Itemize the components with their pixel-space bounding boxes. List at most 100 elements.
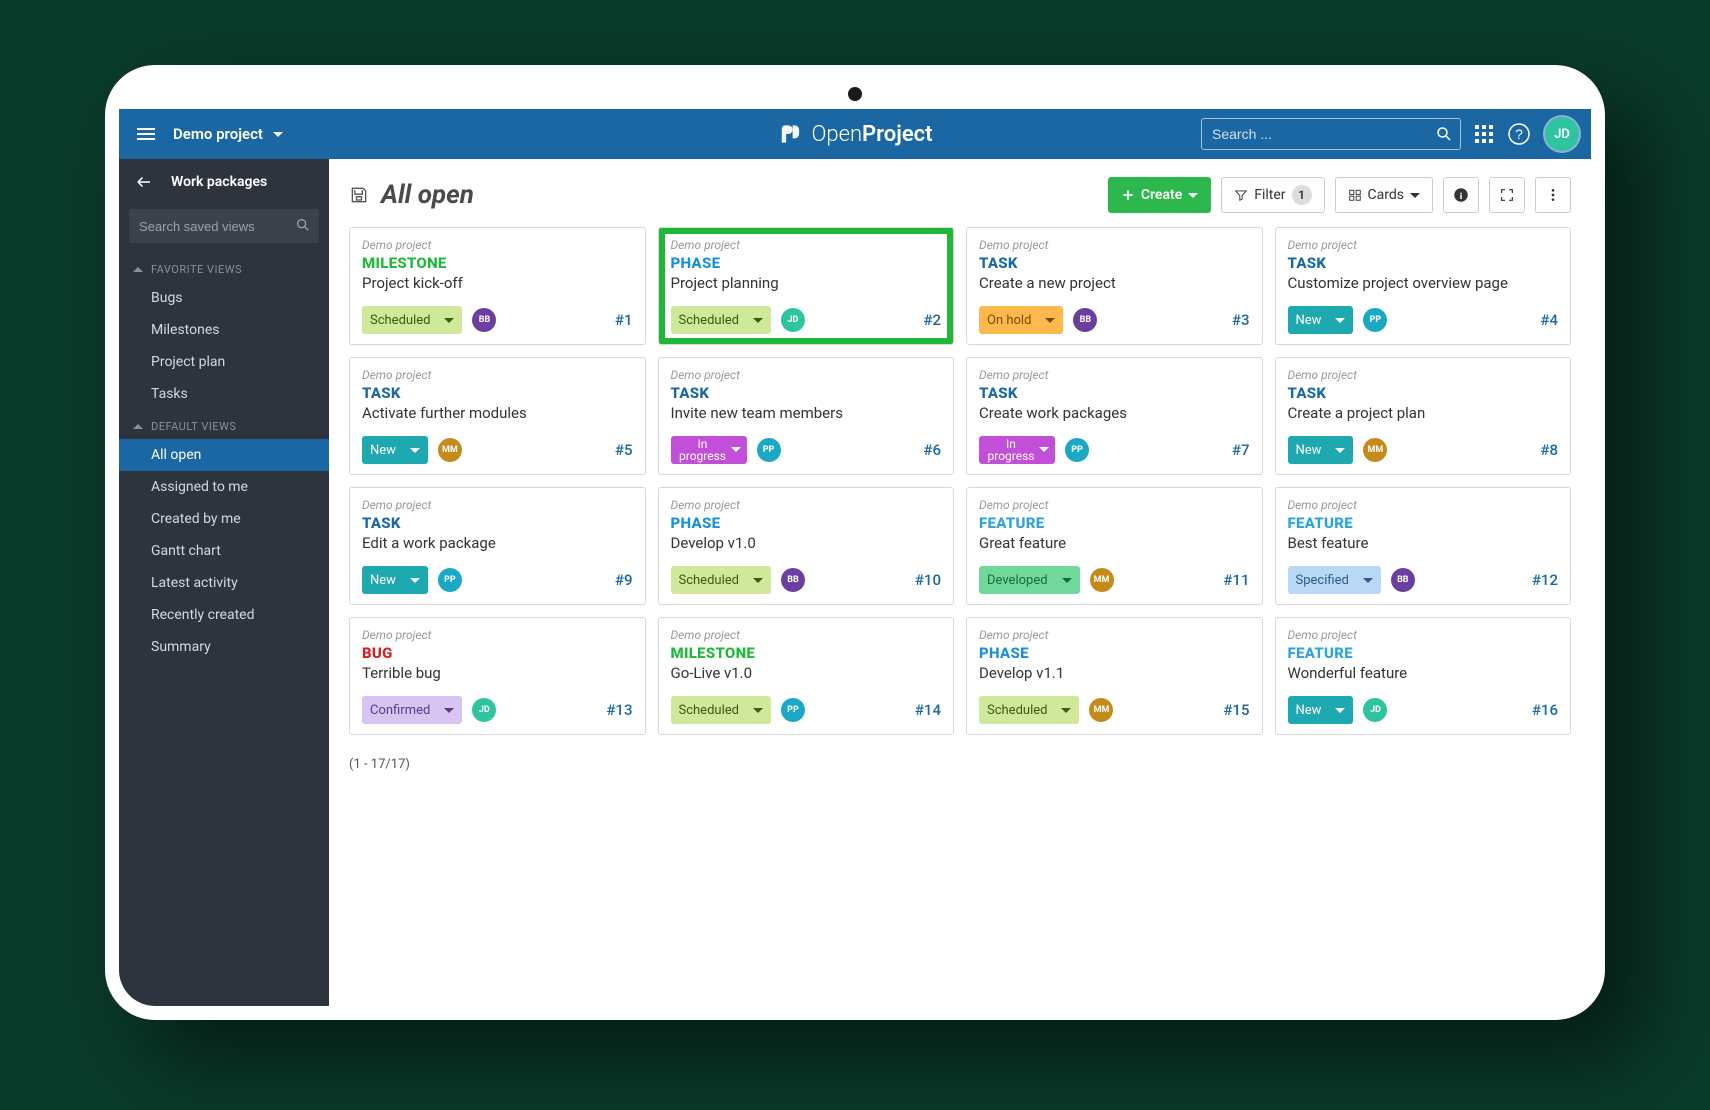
- status-dropdown[interactable]: Inprogress: [979, 436, 1055, 464]
- status-label: Inprogress: [679, 438, 726, 462]
- status-dropdown[interactable]: On hold: [979, 306, 1063, 334]
- status-dropdown[interactable]: Specified: [1288, 566, 1381, 594]
- status-dropdown[interactable]: New: [1288, 436, 1354, 464]
- card-number[interactable]: #2: [923, 311, 941, 329]
- sidebar-item[interactable]: Bugs: [119, 282, 329, 314]
- sidebar-item[interactable]: Project plan: [119, 346, 329, 378]
- card-number[interactable]: #1: [615, 311, 633, 329]
- assignee-avatar[interactable]: BB: [1073, 308, 1097, 332]
- save-icon[interactable]: [349, 185, 369, 205]
- work-package-card[interactable]: Demo projectFEATUREWonderful featureNewJ…: [1275, 617, 1572, 735]
- work-package-card[interactable]: Demo projectTASKCreate a project planNew…: [1275, 357, 1572, 475]
- sidebar-item[interactable]: All open: [119, 439, 329, 471]
- sidebar-item[interactable]: Recently created: [119, 599, 329, 631]
- assignee-avatar[interactable]: JD: [472, 698, 496, 722]
- search-icon: [295, 217, 311, 233]
- sidebar-item[interactable]: Assigned to me: [119, 471, 329, 503]
- info-button[interactable]: i: [1443, 177, 1479, 213]
- status-dropdown[interactable]: New: [1288, 696, 1354, 724]
- user-avatar[interactable]: JD: [1545, 117, 1579, 151]
- work-package-card[interactable]: Demo projectMILESTONEProject kick-offSch…: [349, 227, 646, 345]
- assignee-avatar[interactable]: MM: [438, 438, 462, 462]
- sidebar-item[interactable]: Latest activity: [119, 567, 329, 599]
- work-package-card[interactable]: Demo projectFEATUREGreat featureDevelope…: [966, 487, 1263, 605]
- work-package-card[interactable]: Demo projectTASKCreate work packagesInpr…: [966, 357, 1263, 475]
- status-dropdown[interactable]: Developed: [979, 566, 1080, 594]
- search-input[interactable]: [1201, 118, 1461, 150]
- back-arrow-icon[interactable]: [135, 173, 153, 191]
- status-dropdown[interactable]: New: [1288, 306, 1354, 334]
- sidebar-group-header[interactable]: FAVORITE VIEWS: [119, 253, 329, 282]
- more-button[interactable]: [1535, 177, 1571, 213]
- status-dropdown[interactable]: New: [362, 436, 428, 464]
- status-dropdown[interactable]: Scheduled: [362, 306, 462, 334]
- assignee-avatar[interactable]: PP: [781, 698, 805, 722]
- card-number[interactable]: #10: [915, 571, 941, 589]
- assignee-avatar[interactable]: PP: [1065, 438, 1089, 462]
- status-label: Specified: [1296, 573, 1349, 588]
- menu-icon[interactable]: [131, 119, 161, 149]
- work-package-card[interactable]: Demo projectPHASEProject planningSchedul…: [658, 227, 955, 345]
- work-package-card[interactable]: Demo projectFEATUREBest featureSpecified…: [1275, 487, 1572, 605]
- chevron-down-icon: [1188, 193, 1198, 198]
- work-package-card[interactable]: Demo projectTASKActivate further modules…: [349, 357, 646, 475]
- sidebar-item[interactable]: Created by me: [119, 503, 329, 535]
- assignee-avatar[interactable]: BB: [472, 308, 496, 332]
- card-number[interactable]: #7: [1232, 441, 1250, 459]
- card-number[interactable]: #9: [615, 571, 633, 589]
- status-dropdown[interactable]: Inprogress: [671, 436, 747, 464]
- view-mode-button[interactable]: Cards: [1335, 177, 1433, 213]
- assignee-avatar[interactable]: MM: [1089, 698, 1113, 722]
- work-package-card[interactable]: Demo projectPHASEDevelop v1.1ScheduledMM…: [966, 617, 1263, 735]
- project-selector[interactable]: Demo project: [173, 125, 283, 143]
- help-icon[interactable]: ?: [1507, 122, 1531, 146]
- assignee-avatar[interactable]: PP: [1363, 308, 1387, 332]
- status-dropdown[interactable]: Scheduled: [671, 306, 771, 334]
- global-search[interactable]: [1201, 118, 1461, 150]
- openproject-icon: [777, 121, 803, 147]
- status-dropdown[interactable]: Scheduled: [979, 696, 1079, 724]
- card-number[interactable]: #5: [615, 441, 633, 459]
- create-button[interactable]: Create: [1108, 177, 1211, 213]
- assignee-avatar[interactable]: MM: [1363, 438, 1387, 462]
- assignee-avatar[interactable]: JD: [1363, 698, 1387, 722]
- status-dropdown[interactable]: New: [362, 566, 428, 594]
- card-title: Create a project plan: [1288, 404, 1559, 422]
- work-package-card[interactable]: Demo projectMILESTONEGo-Live v1.0Schedul…: [658, 617, 955, 735]
- card-number[interactable]: #11: [1223, 571, 1249, 589]
- card-number[interactable]: #16: [1532, 701, 1558, 719]
- sidebar-item[interactable]: Summary: [119, 631, 329, 663]
- work-package-card[interactable]: Demo projectPHASEDevelop v1.0ScheduledBB…: [658, 487, 955, 605]
- work-package-card[interactable]: Demo projectBUGTerrible bugConfirmedJD#1…: [349, 617, 646, 735]
- card-number[interactable]: #3: [1232, 311, 1250, 329]
- card-number[interactable]: #8: [1540, 441, 1558, 459]
- sidebar-item[interactable]: Tasks: [119, 378, 329, 410]
- card-number[interactable]: #13: [606, 701, 632, 719]
- card-number[interactable]: #12: [1532, 571, 1558, 589]
- fullscreen-button[interactable]: [1489, 177, 1525, 213]
- chevron-down-icon: [273, 132, 283, 137]
- assignee-avatar[interactable]: PP: [757, 438, 781, 462]
- assignee-avatar[interactable]: MM: [1090, 568, 1114, 592]
- work-package-card[interactable]: Demo projectTASKCustomize project overvi…: [1275, 227, 1572, 345]
- card-number[interactable]: #15: [1223, 701, 1249, 719]
- status-dropdown[interactable]: Scheduled: [671, 696, 771, 724]
- sidebar-item[interactable]: Gantt chart: [119, 535, 329, 567]
- sidebar-item[interactable]: Milestones: [119, 314, 329, 346]
- assignee-avatar[interactable]: JD: [781, 308, 805, 332]
- card-number[interactable]: #4: [1540, 311, 1558, 329]
- sidebar-search-input[interactable]: [129, 209, 319, 243]
- work-package-card[interactable]: Demo projectTASKCreate a new projectOn h…: [966, 227, 1263, 345]
- filter-button[interactable]: Filter 1: [1221, 177, 1324, 213]
- assignee-avatar[interactable]: BB: [781, 568, 805, 592]
- apps-icon[interactable]: [1475, 125, 1493, 143]
- assignee-avatar[interactable]: BB: [1391, 568, 1415, 592]
- work-package-card[interactable]: Demo projectTASKInvite new team membersI…: [658, 357, 955, 475]
- card-number[interactable]: #6: [923, 441, 941, 459]
- work-package-card[interactable]: Demo projectTASKEdit a work packageNewPP…: [349, 487, 646, 605]
- status-dropdown[interactable]: Confirmed: [362, 696, 462, 724]
- sidebar-group-header[interactable]: DEFAULT VIEWS: [119, 410, 329, 439]
- status-dropdown[interactable]: Scheduled: [671, 566, 771, 594]
- assignee-avatar[interactable]: PP: [438, 568, 462, 592]
- card-number[interactable]: #14: [915, 701, 941, 719]
